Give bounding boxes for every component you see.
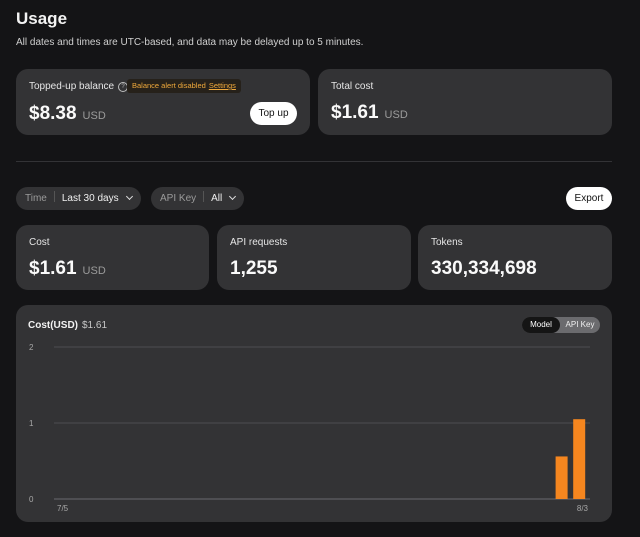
cost-stat-label: Cost [29, 237, 50, 248]
total-cost-label: Total cost [331, 81, 374, 92]
tokens-stat-card: Tokens 330,334,698 [418, 225, 612, 290]
chevron-down-icon [229, 192, 237, 201]
tokens-value: 330,334,698 [431, 258, 537, 279]
balance-amount-row: $8.38 USD [29, 103, 106, 125]
time-filter-value: Last 30 days [61, 193, 119, 204]
cost-stat-unit: USD [82, 265, 106, 277]
total-cost-amount-row: $1.61 USD [331, 102, 408, 124]
api-requests-label: API requests [230, 237, 288, 248]
time-filter-dropdown[interactable]: Time Last 30 days [16, 187, 141, 210]
apikey-filter-dropdown[interactable]: API Key All [151, 187, 244, 210]
page-title: Usage [16, 9, 68, 28]
balance-alert-badge: Balance alert disabled Settings [127, 79, 241, 93]
section-divider [16, 161, 612, 162]
export-button[interactable]: Export [566, 187, 612, 210]
bar [573, 419, 586, 499]
y-tick-label: 1 [29, 419, 34, 428]
api-requests-stat-card: API requests 1,255 [217, 225, 411, 290]
x-tick-label: 8/3 [577, 504, 589, 513]
balance-label-row: Topped-up balance? [29, 81, 129, 92]
balance-amount: $8.38 [29, 103, 77, 124]
cost-stat-card: Cost $1.61 USD [16, 225, 209, 290]
cost-stat-value: $1.61 [29, 258, 77, 279]
cost-bar-chart: 0 1 2 7/5 8/3 [29, 343, 590, 513]
cost-chart-panel: Cost(USD) $1.61 Model API Key 0 1 2 7/5 8/3 [16, 305, 612, 522]
time-filter-label: Time [25, 193, 47, 204]
y-tick-label: 2 [29, 343, 34, 352]
balance-alert-text: Balance alert disabled [132, 81, 206, 90]
top-up-button[interactable]: Top up [250, 102, 297, 125]
chevron-down-icon [125, 192, 133, 201]
tokens-label: Tokens [431, 237, 463, 248]
settings-link[interactable]: Settings [209, 81, 236, 90]
page-subtitle: All dates and times are UTC-based, and d… [16, 37, 364, 48]
cost-stat-value-row: $1.61 USD [29, 258, 106, 280]
total-cost-amount: $1.61 [331, 102, 379, 123]
x-tick-label: 7/5 [57, 504, 69, 513]
y-tick-label: 0 [29, 495, 34, 504]
apikey-filter-label: API Key [160, 193, 197, 204]
total-cost-unit: USD [384, 109, 408, 121]
balance-card: Topped-up balance? Balance alert disable… [16, 69, 310, 135]
balance-unit: USD [82, 110, 106, 122]
filter-separator [53, 191, 55, 202]
api-requests-value: 1,255 [230, 258, 278, 279]
total-cost-card: Total cost $1.61 USD [318, 69, 612, 135]
bar [555, 456, 568, 499]
apikey-filter-value: All [211, 193, 223, 204]
filter-separator [203, 191, 205, 202]
balance-label: Topped-up balance [29, 81, 115, 92]
